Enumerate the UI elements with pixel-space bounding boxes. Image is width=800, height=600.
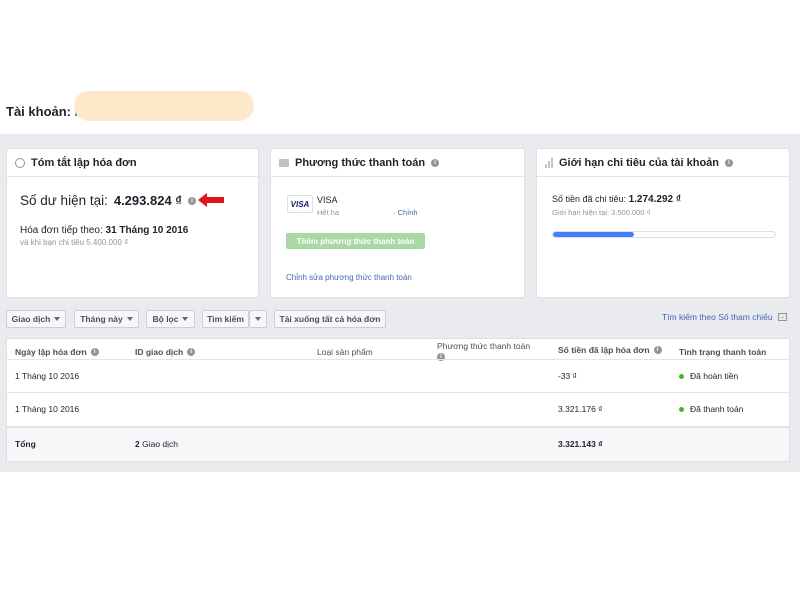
account-label: Tài khoản:	[6, 104, 72, 119]
total-label: Tổng	[15, 439, 36, 449]
clock-icon	[15, 157, 25, 168]
row-2-amount: 3.321.176 ₫	[558, 404, 603, 414]
header-payment-status[interactable]: Tình trạng thanh toán	[679, 347, 766, 357]
spending-limit-card: Giới hạn chi tiêu của tài khoản i Số tiề…	[536, 148, 790, 298]
next-invoice-threshold: và khi bạn chi tiêu 5.400.000 ₫	[20, 238, 129, 247]
payment-card-title: Phương thức thanh toán	[295, 156, 426, 169]
header-payment-method-label: Phương thức thanh toán	[437, 341, 531, 351]
next-invoice-label: Hóa đơn tiếp theo:	[20, 225, 103, 236]
total-row	[7, 426, 789, 461]
payment-methods-card: Phương thức thanh toán i VISA VISA Hết h…	[270, 148, 525, 298]
date-range-label: Tháng này	[80, 314, 123, 324]
download-all-invoices-button[interactable]: Tải xuống tất cả hóa đơn	[274, 310, 386, 328]
search-button[interactable]: Tìm kiếm	[202, 310, 249, 328]
card-name: VISA	[317, 195, 338, 205]
info-icon[interactable]: i	[653, 346, 662, 354]
account-header: Tài khoản: l	[6, 104, 78, 119]
status-dot-icon	[679, 407, 684, 413]
row-divider	[7, 392, 789, 393]
header-transaction-id[interactable]: ID giao dịch i	[135, 347, 196, 357]
spending-progress-fill	[553, 232, 634, 237]
header-billing-date[interactable]: Ngày lập hóa đơn i	[15, 347, 99, 357]
search-label: Tìm kiếm	[207, 314, 244, 324]
total-count: 2	[135, 439, 140, 449]
filter-dropdown[interactable]: Bộ lọc	[146, 310, 195, 328]
red-arrow-icon	[198, 193, 224, 207]
header-amount-billed[interactable]: Số tiền đã lập hóa đơn i	[558, 345, 662, 355]
bar-chart-icon	[545, 157, 553, 168]
search-options-dropdown[interactable]	[249, 310, 267, 328]
transactions-dropdown[interactable]: Giao dịch	[6, 310, 66, 328]
spending-progress-bar	[552, 231, 776, 238]
chevron-down-icon	[182, 317, 189, 321]
current-balance-label: Số dư hiện tại:	[20, 193, 108, 208]
next-invoice-row: Hóa đơn tiếp theo: 31 Tháng 10 2016	[20, 225, 188, 236]
header-divider	[7, 359, 789, 360]
row-1-amount: -33 ₫	[558, 371, 578, 381]
date-range-dropdown[interactable]: Tháng này	[74, 310, 139, 328]
limit-card-title: Giới hạn chi tiêu của tài khoản	[559, 156, 720, 169]
header-payment-status-label: Tình trạng thanh toán	[679, 347, 767, 357]
total-transactions: 2 Giao dịch	[135, 439, 178, 449]
total-count-label: Giao dịch	[142, 439, 179, 449]
info-icon[interactable]: i	[431, 158, 440, 167]
reference-search-label: Tìm kiếm theo Số tham chiếu	[662, 312, 773, 322]
header-payment-method[interactable]: Phương thức thanh toán i	[437, 341, 530, 361]
amount-spent-value: 1.274.292 ₫	[628, 194, 681, 205]
header-product-type[interactable]: Loại sản phẩm	[317, 347, 373, 357]
row-2-status-text: Đã thanh toán	[690, 404, 744, 414]
chevron-down-icon	[255, 317, 261, 321]
next-invoice-date: 31 Tháng 10 2016	[105, 225, 189, 236]
transactions-table: Ngày lập hóa đơn i ID giao dịch i Loại s…	[6, 338, 790, 462]
row-1-status-text: Đã hoàn tiền	[690, 371, 739, 381]
current-balance-row: Số dư hiện tại: 4.293.824 ₫ i	[20, 193, 196, 208]
billing-summary-card: Tóm tắt lập hóa đơn Số dư hiện tại: 4.29…	[6, 148, 259, 298]
add-payment-method-button[interactable]: Thêm phương thức thanh toán	[286, 233, 425, 249]
row-2-status: Đã thanh toán	[679, 404, 743, 414]
header-amount-billed-label: Số tiền đã lập hóa đơn	[558, 345, 650, 355]
row-1-date: 1 Tháng 10 2016	[15, 371, 80, 381]
status-dot-icon	[679, 374, 684, 380]
download-all-label: Tải xuống tất cả hóa đơn	[279, 314, 381, 324]
info-icon[interactable]: i	[187, 348, 196, 356]
transactions-dropdown-label: Giao dịch	[11, 314, 51, 324]
primary-card-label: · Chính	[393, 208, 418, 217]
info-icon[interactable]: i	[187, 196, 196, 205]
row-2-date: 1 Tháng 10 2016	[15, 404, 80, 414]
limit-card-header: Giới hạn chi tiêu của tài khoản i	[537, 149, 789, 177]
info-icon[interactable]: i	[90, 348, 99, 356]
total-amount: 3.321.143 ₫	[558, 439, 603, 449]
summary-card-title: Tóm tắt lập hóa đơn	[31, 156, 137, 169]
header-product-type-label: Loại sản phẩm	[317, 347, 373, 357]
header-billing-date-label: Ngày lập hóa đơn	[15, 347, 87, 357]
amount-spent-label: Số tiền đã chi tiêu:	[552, 194, 627, 204]
visa-logo-icon: VISA	[287, 195, 313, 213]
info-icon[interactable]: i	[725, 158, 734, 167]
edit-payment-methods-link[interactable]: Chỉnh sửa phương thức thanh toán	[286, 273, 412, 282]
current-balance-value: 4.293.824 ₫	[113, 193, 182, 208]
chevron-down-icon	[126, 317, 133, 321]
card-expiry: Hết ha	[317, 208, 340, 217]
reference-search-link[interactable]: Tìm kiếm theo Số tham chiếu →	[662, 312, 787, 322]
amount-spent-row: Số tiền đã chi tiêu: 1.274.292 ₫	[552, 194, 681, 205]
credit-card-icon	[279, 158, 289, 167]
current-limit: Giới hạn hiện tại: 3.500.000 ₫	[552, 208, 651, 217]
summary-card-header: Tóm tắt lập hóa đơn	[7, 149, 258, 177]
expand-icon: →	[777, 313, 787, 321]
header-transaction-id-label: ID giao dịch	[135, 347, 184, 357]
payment-card-header: Phương thức thanh toán i	[271, 149, 524, 177]
row-1-status: Đã hoàn tiền	[679, 371, 738, 381]
redacted-account-name	[74, 91, 254, 121]
chevron-down-icon	[54, 317, 61, 321]
filter-label: Bộ lọc	[152, 314, 179, 324]
